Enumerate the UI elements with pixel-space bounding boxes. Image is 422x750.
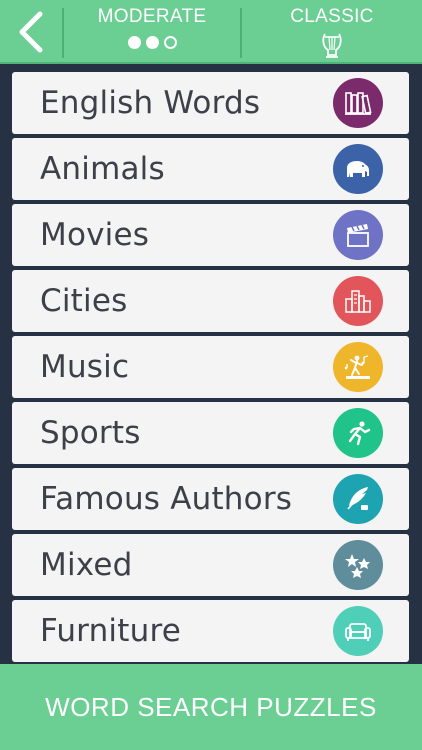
lyre-icon — [322, 33, 342, 58]
top-bar: MODERATE CLASSIC — [0, 0, 422, 64]
game-mode-selector[interactable]: CLASSIC — [242, 6, 422, 59]
books-icon — [333, 78, 383, 128]
back-button[interactable] — [0, 0, 62, 64]
clapperboard-icon — [333, 210, 383, 260]
category-label: Animals — [40, 151, 165, 187]
chevron-left-icon — [19, 11, 43, 53]
difficulty-dot — [145, 36, 159, 49]
buildings-icon — [333, 276, 383, 326]
category-row-cities[interactable]: Cities — [12, 270, 409, 332]
category-row-furniture[interactable]: Furniture — [12, 600, 409, 662]
category-row-music[interactable]: Music — [12, 336, 409, 398]
category-label: Sports — [40, 415, 141, 451]
category-row-movies[interactable]: Movies — [12, 204, 409, 266]
difficulty-dot — [127, 36, 141, 49]
difficulty-label: MODERATE — [97, 6, 207, 27]
category-row-english-words[interactable]: English Words — [12, 72, 409, 134]
runner-icon — [333, 408, 383, 458]
category-row-animals[interactable]: Animals — [12, 138, 409, 200]
category-label: Famous Authors — [40, 481, 293, 517]
category-row-famous-authors[interactable]: Famous Authors — [12, 468, 409, 530]
category-label: Music — [40, 349, 130, 385]
difficulty-dot — [163, 36, 177, 49]
category-label: Mixed — [40, 547, 133, 583]
category-row-sports[interactable]: Sports — [12, 402, 409, 464]
quill-icon — [333, 474, 383, 524]
category-label: Movies — [40, 217, 150, 253]
difficulty-selector[interactable]: MODERATE — [64, 6, 240, 49]
dancer-icon — [333, 342, 383, 392]
category-label: Furniture — [40, 613, 181, 649]
category-label: Cities — [40, 283, 128, 319]
sofa-icon — [333, 606, 383, 656]
stars-icon — [333, 540, 383, 590]
elephant-icon — [333, 144, 383, 194]
game-mode-label: CLASSIC — [290, 6, 374, 27]
difficulty-dots — [64, 36, 240, 49]
category-list: English Words Animals Movies Cities Musi… — [0, 64, 422, 664]
category-row-mixed[interactable]: Mixed — [12, 534, 409, 596]
category-label: English Words — [40, 85, 261, 121]
footer-label: WORD SEARCH PUZZLES — [45, 691, 377, 722]
footer-banner[interactable]: WORD SEARCH PUZZLES — [0, 664, 422, 750]
